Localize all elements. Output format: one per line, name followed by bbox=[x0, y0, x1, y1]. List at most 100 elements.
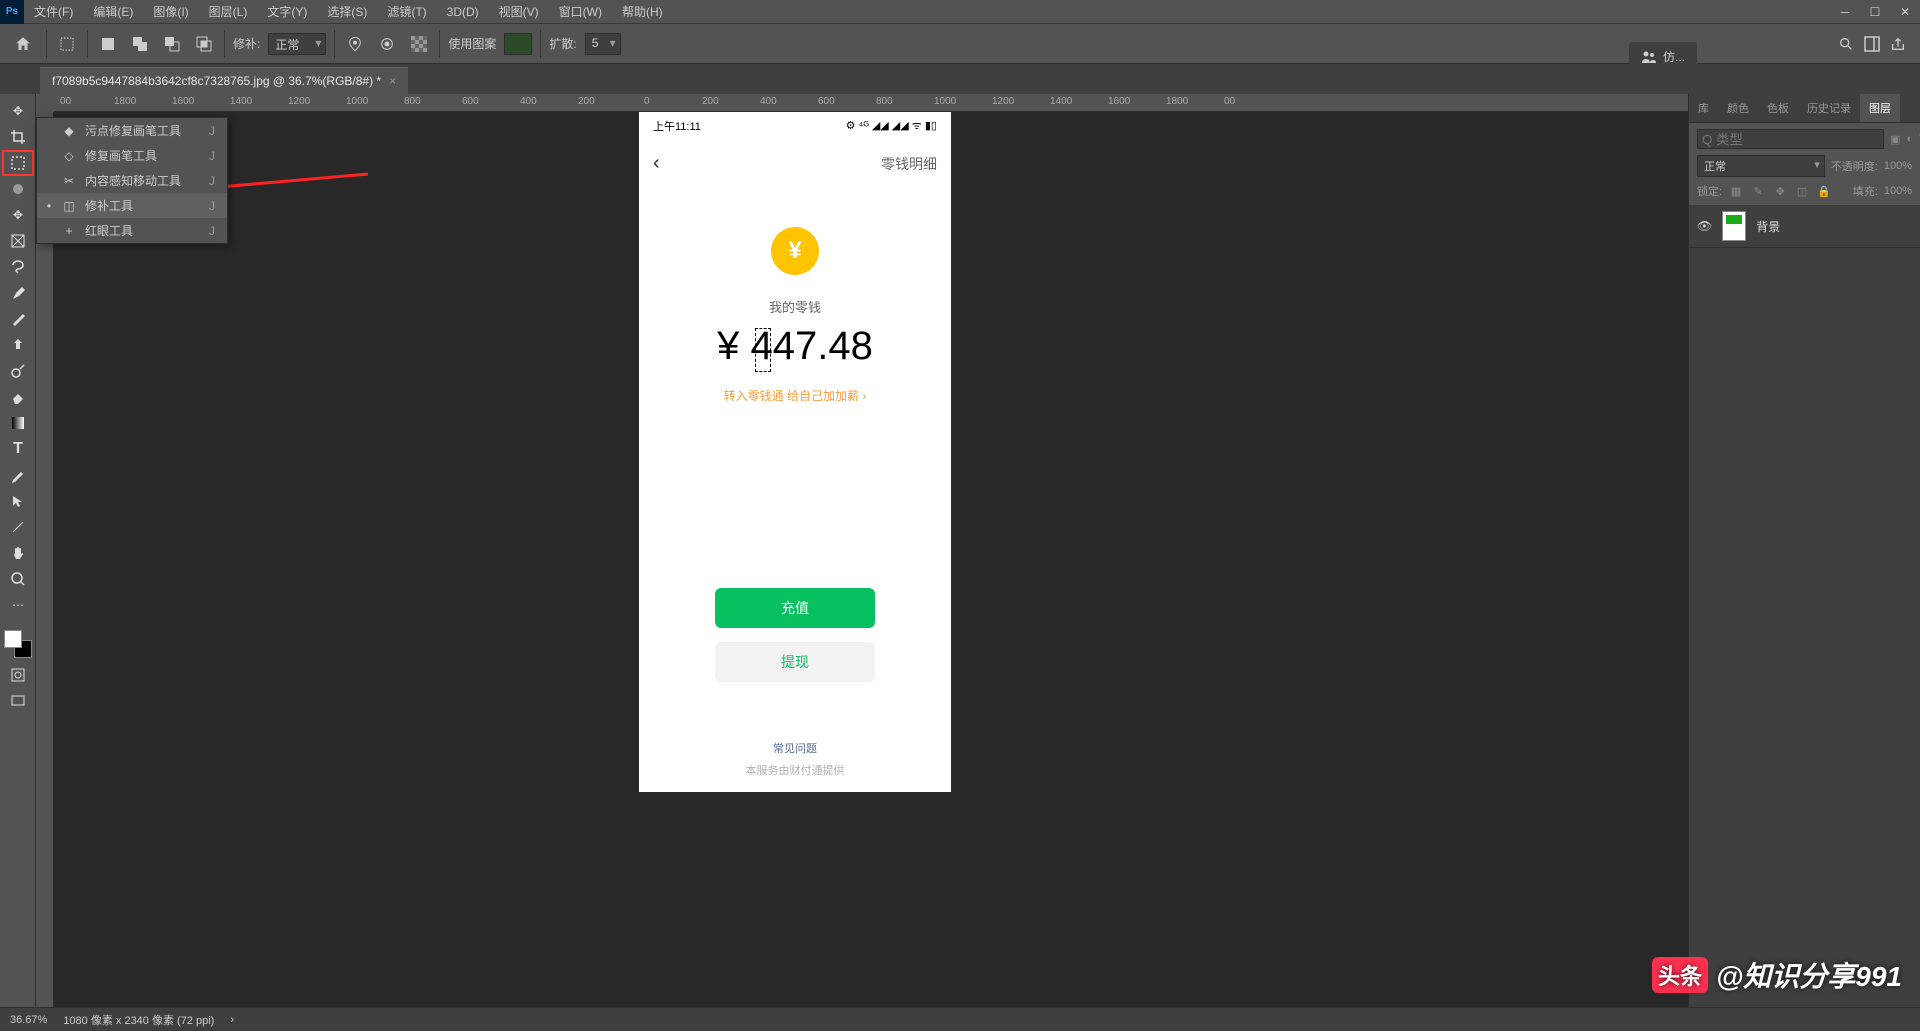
foreground-color[interactable] bbox=[4, 630, 22, 648]
doc-info-chevron[interactable]: › bbox=[230, 1014, 234, 1026]
subtract-selection-icon[interactable] bbox=[160, 32, 184, 56]
document-tab[interactable]: f7089b5c9447884b3642cf8c7328765.jpg @ 36… bbox=[40, 67, 408, 94]
move-tool-2[interactable]: ✥ bbox=[2, 202, 34, 228]
color-swatches[interactable] bbox=[4, 630, 32, 658]
canvas-document[interactable]: 上午11:11 ⚙ ⁴ᴳ ◢◢ ◢◢ ᯤ ▮▯ ‹ 零钱明细 ¥ 我的零钱 ¥ … bbox=[639, 112, 951, 792]
patch-tool-icon[interactable] bbox=[55, 32, 79, 56]
flyout-patch-tool[interactable]: • ◫ 修补工具 J bbox=[37, 193, 227, 218]
tab-layers[interactable]: 图层 bbox=[1860, 94, 1900, 122]
menu-3d[interactable]: 3D(D) bbox=[437, 0, 489, 24]
menu-view[interactable]: 视图(V) bbox=[489, 0, 549, 24]
flyout-spot-healing[interactable]: ◆ 污点修复画笔工具 J bbox=[37, 118, 227, 143]
toolbox: ✥ ✥ T ⋯ bbox=[0, 94, 36, 1007]
canvas-area[interactable]: 00 1800 1600 1400 1200 1000 800 600 400 … bbox=[36, 94, 1688, 1007]
lock-artboard-icon[interactable]: ◫ bbox=[1794, 183, 1810, 199]
doc-info[interactable]: 1080 像素 x 2340 像素 (72 ppi) bbox=[63, 1012, 214, 1028]
pattern-picker[interactable] bbox=[504, 33, 532, 55]
back-icon: ‹ bbox=[653, 152, 660, 175]
diffusion-value[interactable]: 5 bbox=[585, 33, 621, 55]
intersect-selection-icon[interactable] bbox=[192, 32, 216, 56]
fill-value[interactable]: 100% bbox=[1884, 185, 1912, 197]
flyout-healing-brush[interactable]: ◇ 修复画笔工具 J bbox=[37, 143, 227, 168]
menu-items: 文件(F) 编辑(E) 图像(I) 图层(L) 文字(Y) 选择(S) 滤镜(T… bbox=[24, 0, 673, 24]
source-icon[interactable] bbox=[343, 32, 367, 56]
clone-stamp-tool[interactable] bbox=[2, 332, 34, 358]
eraser-tool[interactable] bbox=[2, 384, 34, 410]
zoom-level[interactable]: 36.67% bbox=[10, 1014, 47, 1026]
filter-image-icon[interactable]: ▣ bbox=[1890, 131, 1900, 147]
menu-edit[interactable]: 编辑(E) bbox=[83, 0, 143, 24]
menu-type[interactable]: 文字(Y) bbox=[257, 0, 317, 24]
use-pattern-label: 使用图案 bbox=[448, 35, 496, 52]
phone-status-icons: ⚙ ⁴ᴳ ◢◢ ◢◢ ᯤ ▮▯ bbox=[846, 118, 937, 134]
add-selection-icon[interactable] bbox=[128, 32, 152, 56]
lock-label: 锁定: bbox=[1697, 183, 1722, 199]
menu-select[interactable]: 选择(S) bbox=[317, 0, 377, 24]
filter-adjust-icon[interactable]: ◐ bbox=[1906, 131, 1913, 147]
minimize-button[interactable]: ─ bbox=[1830, 0, 1860, 24]
quick-mask-tool[interactable] bbox=[2, 662, 34, 688]
ruler-horizontal: 00 1800 1600 1400 1200 1000 800 600 400 … bbox=[54, 94, 1688, 112]
menu-help[interactable]: 帮助(H) bbox=[612, 0, 673, 24]
phone-status-bar: 上午11:11 ⚙ ⁴ᴳ ◢◢ ◢◢ ᯤ ▮▯ bbox=[639, 112, 951, 140]
layer-thumbnail[interactable] bbox=[1722, 211, 1746, 241]
zoom-tool[interactable] bbox=[2, 566, 34, 592]
blend-mode-dropdown[interactable]: 正常 bbox=[1697, 155, 1825, 177]
tab-close-icon[interactable]: × bbox=[389, 74, 396, 88]
tab-swatches[interactable]: 色板 bbox=[1758, 94, 1798, 122]
screen-mode-tool[interactable] bbox=[2, 688, 34, 714]
visibility-icon[interactable]: 👁 bbox=[1697, 219, 1712, 233]
crop-tool[interactable] bbox=[2, 124, 34, 150]
eyedropper-tool[interactable] bbox=[2, 280, 34, 306]
hand-tool[interactable] bbox=[2, 540, 34, 566]
tab-history[interactable]: 历史记录 bbox=[1798, 94, 1860, 122]
patch-tool[interactable] bbox=[2, 150, 34, 176]
lock-paint-icon[interactable]: ✎ bbox=[1750, 183, 1766, 199]
type-tool[interactable]: T bbox=[2, 436, 34, 462]
gradient-tool[interactable] bbox=[2, 410, 34, 436]
pen-tool[interactable] bbox=[2, 462, 34, 488]
destination-icon[interactable] bbox=[375, 32, 399, 56]
workspace-icon[interactable] bbox=[1864, 36, 1880, 52]
search-icon[interactable] bbox=[1838, 36, 1854, 52]
menu-file[interactable]: 文件(F) bbox=[24, 0, 83, 24]
patch-mode-dropdown[interactable]: 正常 bbox=[268, 33, 326, 55]
home-button[interactable] bbox=[8, 29, 38, 59]
more-tools[interactable]: ⋯ bbox=[2, 592, 34, 618]
flyout-content-aware-move[interactable]: ✂ 内容感知移动工具 J bbox=[37, 168, 227, 193]
live-shapes-button[interactable]: 仿... bbox=[1629, 42, 1697, 71]
promo-link: 转入零钱通 给自己加加薪 › bbox=[639, 387, 951, 404]
menu-layer[interactable]: 图层(L) bbox=[199, 0, 258, 24]
menu-window[interactable]: 窗口(W) bbox=[549, 0, 612, 24]
lasso-tool[interactable] bbox=[2, 254, 34, 280]
menu-filter[interactable]: 滤镜(T) bbox=[377, 0, 436, 24]
frame-tool[interactable] bbox=[2, 228, 34, 254]
content-aware-icon: ✂ bbox=[61, 173, 77, 189]
layer-name[interactable]: 背景 bbox=[1756, 218, 1780, 235]
maximize-button[interactable]: ☐ bbox=[1860, 0, 1890, 24]
brush-tool[interactable] bbox=[2, 306, 34, 332]
opacity-value[interactable]: 100% bbox=[1884, 160, 1912, 172]
transparent-icon[interactable] bbox=[407, 32, 431, 56]
line-tool[interactable] bbox=[2, 514, 34, 540]
lock-pos-icon[interactable]: ✥ bbox=[1772, 183, 1788, 199]
share-icon[interactable] bbox=[1890, 36, 1906, 52]
flyout-red-eye[interactable]: + 红眼工具 J bbox=[37, 218, 227, 243]
tab-color[interactable]: 颜色 bbox=[1718, 94, 1758, 122]
lock-all-icon[interactable]: 🔒 bbox=[1816, 183, 1832, 199]
smudge-tool[interactable] bbox=[2, 176, 34, 202]
new-selection-icon[interactable] bbox=[96, 32, 120, 56]
path-selection-tool[interactable] bbox=[2, 488, 34, 514]
dodge-tool[interactable] bbox=[2, 358, 34, 384]
layer-filter-input[interactable] bbox=[1697, 129, 1884, 149]
layer-item[interactable]: 👁 背景 bbox=[1689, 205, 1920, 248]
service-provider: 本服务由财付通提供 bbox=[639, 762, 951, 778]
lock-trans-icon[interactable]: ▦ bbox=[1728, 183, 1744, 199]
withdraw-button: 提现 bbox=[715, 642, 875, 682]
tab-libraries[interactable]: 库 bbox=[1689, 94, 1718, 122]
red-eye-icon: + bbox=[61, 223, 77, 239]
phone-nav-title: 零钱明细 bbox=[881, 154, 937, 174]
close-button[interactable]: ✕ bbox=[1890, 0, 1920, 24]
menu-image[interactable]: 图像(I) bbox=[143, 0, 198, 24]
move-tool[interactable]: ✥ bbox=[2, 98, 34, 124]
